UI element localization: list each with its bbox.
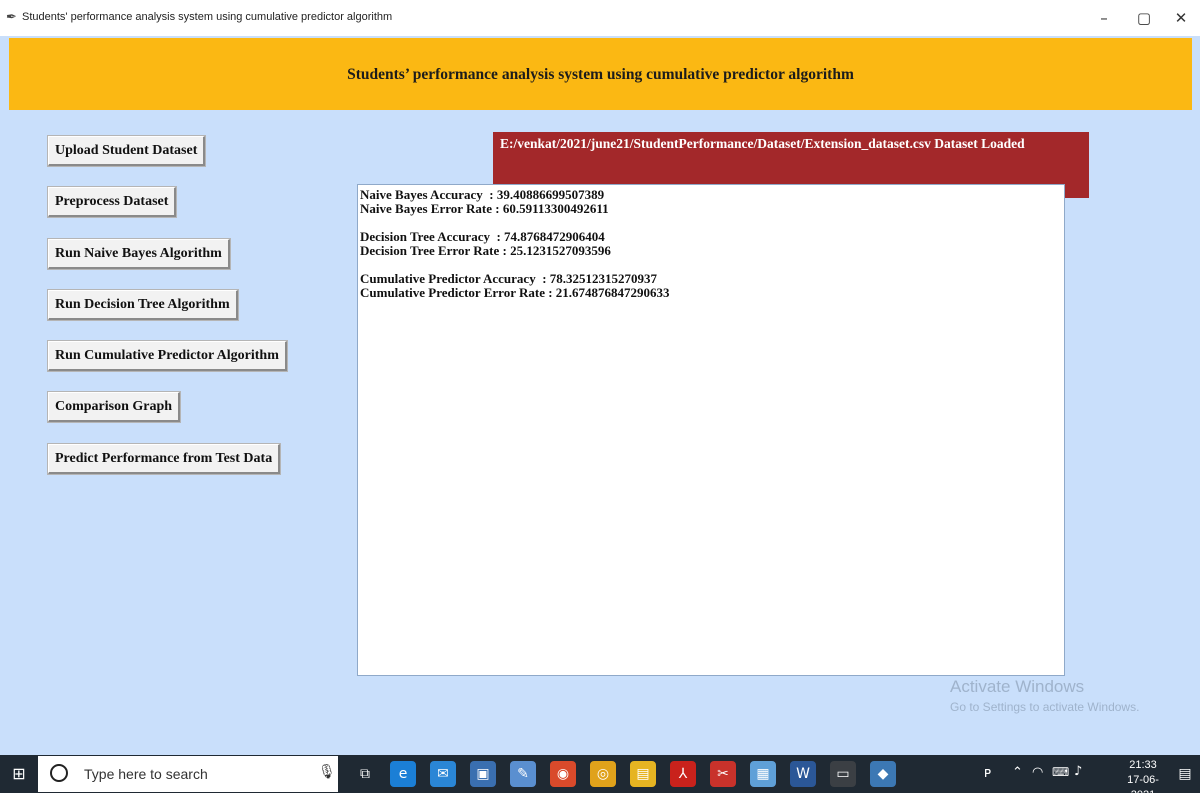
header-banner: Students’ performance analysis system us… — [9, 38, 1192, 110]
client-area: Students’ performance analysis system us… — [0, 36, 1200, 755]
cortana-circle-icon — [50, 764, 68, 782]
microphone-icon[interactable]: 🎙 — [318, 764, 336, 780]
run-cumulative-predictor-button[interactable]: Run Cumulative Predictor Algorithm — [48, 341, 287, 371]
predict-performance-button[interactable]: Predict Performance from Test Data — [48, 444, 281, 474]
notifications-icon[interactable]: ▤ — [1172, 761, 1198, 787]
wifi-icon[interactable]: ◠ — [1032, 765, 1043, 780]
results-text-area[interactable]: Naive Bayes Accuracy : 39.40886699507389… — [357, 184, 1065, 676]
status-text: E:/venkat/2021/june21/StudentPerformance… — [500, 136, 1025, 151]
result-line — [360, 258, 1062, 272]
title-bar: ✒ Students' performance analysis system … — [0, 0, 1200, 36]
terminal-icon[interactable]: ▭ — [830, 761, 856, 787]
taskbar: ⊞ Type here to search 🎙 ⧉ e ✉ ▣ ✎ ◉ ◎ ▤ … — [0, 755, 1200, 793]
preprocess-dataset-button[interactable]: Preprocess Dataset — [48, 187, 177, 217]
edge-icon[interactable]: e — [390, 761, 416, 787]
result-line: Decision Tree Error Rate : 25.1231527093… — [360, 243, 611, 258]
python-launcher-icon[interactable]: ▦ — [750, 761, 776, 787]
clock[interactable]: 21:33 17-06-2021 — [1117, 758, 1169, 793]
store-icon[interactable]: ▣ — [470, 761, 496, 787]
python-icon[interactable]: ◆ — [870, 761, 896, 787]
keyboard-icon[interactable]: ⌨ — [1052, 765, 1069, 779]
activate-windows-title: Activate Windows — [950, 677, 1085, 696]
minimize-button[interactable]: – — [1086, 6, 1122, 30]
close-button[interactable]: ✕ — [1163, 6, 1199, 30]
paint-icon[interactable]: ✂ — [710, 761, 736, 787]
result-line: Decision Tree Accuracy : 74.876847290640… — [360, 229, 605, 244]
feather-icon: ✒ — [6, 10, 17, 25]
chrome-icon[interactable]: ◎ — [590, 761, 616, 787]
people-icon[interactable]: ᴘ — [984, 765, 991, 781]
acrobat-icon[interactable]: ⅄ — [670, 761, 696, 787]
result-line: Cumulative Predictor Accuracy : 78.32512… — [360, 271, 658, 286]
file-explorer-icon[interactable]: ▤ — [630, 761, 656, 787]
notepad-icon[interactable]: ✎ — [510, 761, 536, 787]
volume-icon[interactable]: ♪ — [1074, 764, 1082, 779]
taskbar-search[interactable]: Type here to search 🎙 — [38, 756, 338, 792]
run-naive-bayes-button[interactable]: Run Naive Bayes Algorithm — [48, 239, 230, 269]
run-decision-tree-button[interactable]: Run Decision Tree Algorithm — [48, 290, 238, 320]
system-tray: ᴘ ⌃ ◠ ⌨ ♪ — [960, 755, 1110, 793]
word-icon[interactable]: W — [790, 761, 816, 787]
activate-windows-hint: Go to Settings to activate Windows. — [950, 700, 1140, 714]
clock-date: 17-06-2021 — [1127, 774, 1159, 793]
chevron-up-icon[interactable]: ⌃ — [1012, 765, 1023, 780]
clock-time: 21:33 — [1129, 759, 1157, 771]
window-title: Students' performance analysis system us… — [22, 11, 393, 23]
mail-icon[interactable]: ✉ — [430, 761, 456, 787]
comparison-graph-button[interactable]: Comparison Graph — [48, 392, 181, 422]
upload-dataset-button[interactable]: Upload Student Dataset — [48, 136, 206, 166]
maximize-button[interactable]: ▢ — [1126, 6, 1162, 30]
task-view-icon[interactable]: ⧉ — [352, 761, 378, 787]
page-title: Students’ performance analysis system us… — [347, 66, 854, 83]
result-line: Naive Bayes Accuracy : 39.40886699507389 — [360, 187, 605, 202]
search-placeholder: Type here to search — [84, 766, 208, 782]
result-line: Naive Bayes Error Rate : 60.591133004926… — [360, 201, 609, 216]
result-line: Cumulative Predictor Error Rate : 21.674… — [360, 285, 670, 300]
app-window: ✒ Students' performance analysis system … — [0, 0, 1200, 793]
windows-start-icon[interactable]: ⊞ — [0, 755, 38, 793]
result-line — [360, 216, 1062, 230]
media-icon[interactable]: ◉ — [550, 761, 576, 787]
